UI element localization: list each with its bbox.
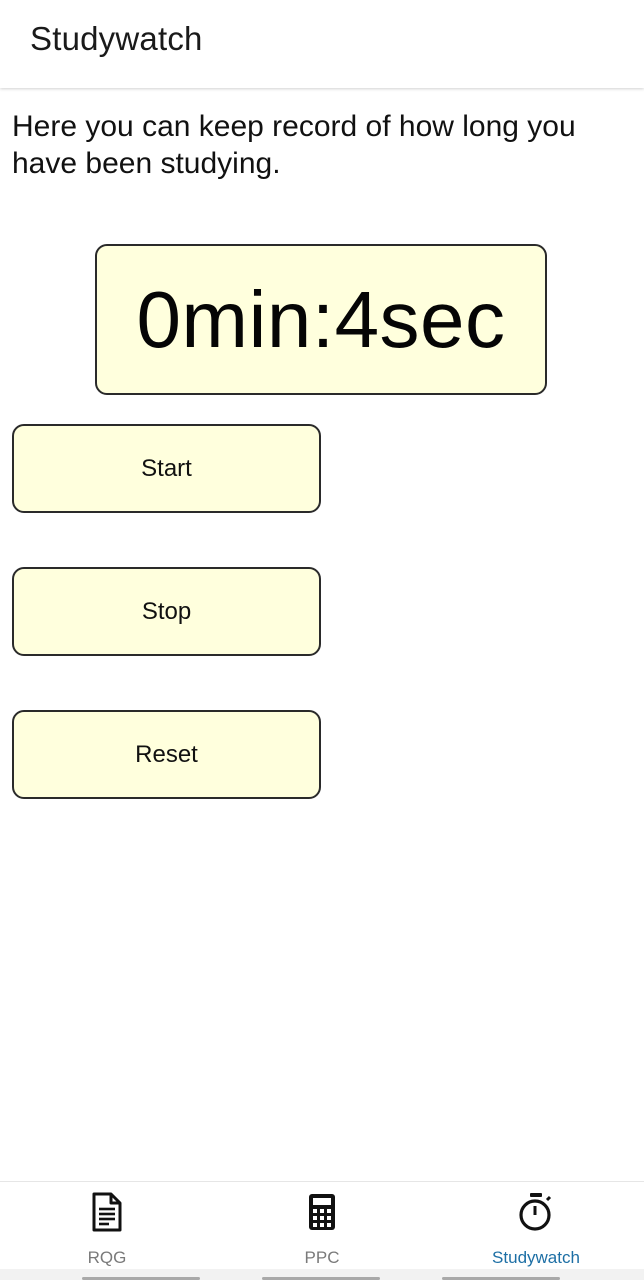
stopwatch-icon (514, 1190, 558, 1234)
description-text: Here you can keep record of how long you… (12, 110, 576, 180)
nav-label-studywatch: Studywatch (492, 1248, 580, 1267)
nav-item-ppc[interactable]: PPC (215, 1182, 429, 1268)
timer-display: 0min:4sec (95, 244, 547, 395)
timer-value: 0min:4sec (136, 274, 506, 364)
start-button[interactable]: Start (12, 424, 321, 513)
nav-item-rqg[interactable]: RQG (0, 1182, 214, 1268)
studywatch-screen: Studywatch Here you can keep record of h… (0, 0, 644, 1280)
app-bar: Studywatch (0, 0, 644, 88)
bottom-navigation: RQG PPC Studywatch (0, 1181, 644, 1280)
app-title: Studywatch (30, 20, 203, 57)
stop-button[interactable]: Stop (12, 567, 321, 656)
nav-label-ppc: PPC (304, 1248, 340, 1267)
system-navigation-bar (0, 1269, 644, 1280)
nav-label-rqg: RQG (87, 1248, 127, 1267)
calculator-icon (300, 1190, 344, 1234)
document-icon (85, 1190, 129, 1234)
reset-button[interactable]: Reset (12, 710, 321, 799)
nav-item-studywatch[interactable]: Studywatch (429, 1182, 643, 1268)
